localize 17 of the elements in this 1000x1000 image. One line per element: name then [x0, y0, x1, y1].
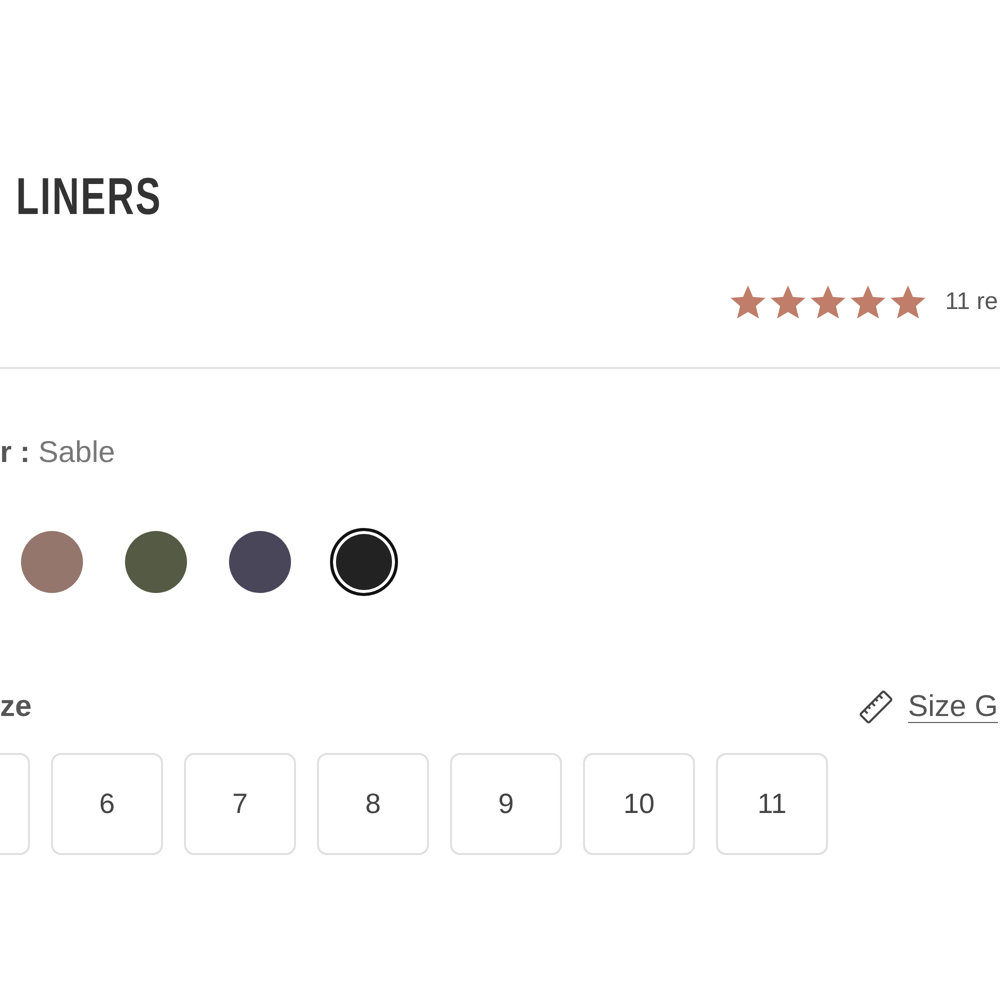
star-icon	[769, 283, 808, 321]
size-option[interactable]: 8	[317, 753, 429, 855]
star-icon	[889, 283, 928, 321]
size-label: ze	[0, 690, 32, 724]
ruler-icon	[858, 689, 894, 725]
size-guide-link[interactable]: Size G	[908, 690, 998, 724]
star-icon	[809, 283, 848, 321]
star-icon	[849, 283, 888, 321]
size-option[interactable]: 11	[716, 753, 828, 855]
review-count[interactable]: 11 re	[945, 288, 998, 316]
size-option[interactable]: 9	[450, 753, 562, 855]
product-title: LINERS	[16, 167, 162, 228]
size-option[interactable]: 10	[583, 753, 695, 855]
star-icon	[729, 283, 768, 321]
size-option[interactable]: 6	[51, 753, 163, 855]
color-label: r : Sable	[0, 435, 116, 471]
size-option[interactable]: 7	[184, 753, 296, 855]
